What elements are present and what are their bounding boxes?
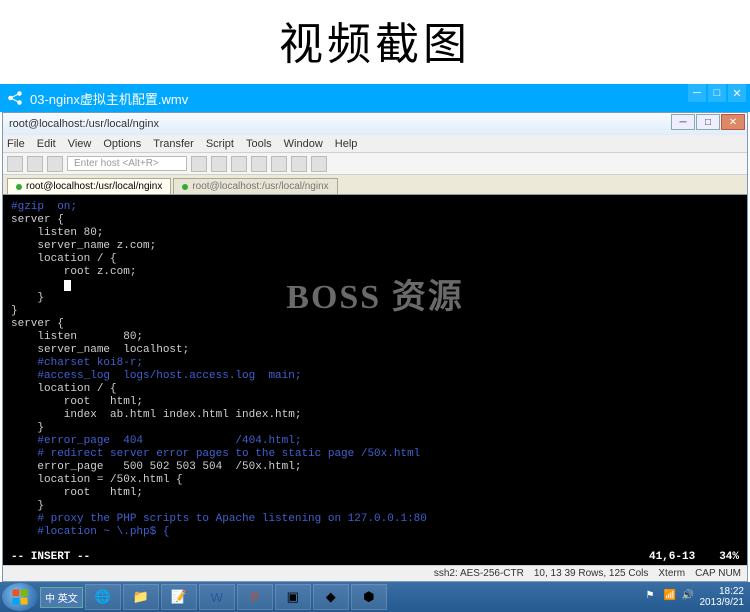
menu-script[interactable]: Script: [206, 138, 234, 150]
status-cipher: ssh2: AES-256-CTR: [434, 568, 524, 579]
toolbar-new-icon[interactable]: [7, 156, 23, 172]
connection-status-bar: ssh2: AES-256-CTR 10, 13 39 Rows, 125 Co…: [3, 565, 747, 581]
vim-percent: 34%: [719, 551, 739, 564]
menu-window[interactable]: Window: [284, 138, 323, 150]
session-tab-1[interactable]: root@localhost:/usr/local/nginx: [173, 178, 337, 194]
vim-mode: -- INSERT --: [11, 551, 90, 564]
tray-sound-icon[interactable]: 🔊: [682, 590, 696, 604]
win-close-icon[interactable]: ✕: [721, 114, 745, 130]
tab-label: root@localhost:/usr/local/nginx: [192, 181, 328, 192]
status-caps: CAP NUM: [695, 568, 741, 579]
tab-label: root@localhost:/usr/local/nginx: [26, 181, 162, 192]
menu-file[interactable]: File: [7, 138, 25, 150]
taskbar-powerpoint-icon[interactable]: P: [237, 584, 273, 610]
window-titlebar: root@localhost:/usr/local/nginx ─ □ ✕: [3, 113, 747, 135]
toolbar-settings-icon[interactable]: [291, 156, 307, 172]
menu-transfer[interactable]: Transfer: [153, 138, 194, 150]
video-player-titlebar: 03-nginx虚拟主机配置.wmv ─ □ ✕: [0, 84, 750, 112]
taskbar-explorer-icon[interactable]: 📁: [123, 584, 159, 610]
maximize-icon[interactable]: □: [708, 84, 726, 102]
menubar: File Edit View Options Transfer Script Tools Wi…: [3, 135, 747, 153]
tray-clock[interactable]: 18:22 2013/9/21: [700, 586, 745, 608]
win-maximize-icon[interactable]: □: [696, 114, 720, 130]
system-tray: ⚑ 📶 🔊 18:22 2013/9/21: [646, 586, 749, 608]
taskbar-app-icon[interactable]: ◆: [313, 584, 349, 610]
player-logo-icon: [6, 89, 24, 107]
menu-edit[interactable]: Edit: [37, 138, 56, 150]
toolbar-find-icon[interactable]: [271, 156, 287, 172]
toolbar-save-icon[interactable]: [47, 156, 63, 172]
toolbar-open-icon[interactable]: [27, 156, 43, 172]
taskbar-chrome-icon[interactable]: 🌐: [85, 584, 121, 610]
start-button[interactable]: [2, 583, 38, 611]
tab-status-icon: [182, 184, 188, 190]
windows-taskbar: 中 英文 🌐 📁 📝 W P ▣ ◆ ⬢ ⚑ 📶 🔊 18:22 2013/9/…: [0, 582, 750, 612]
toolbar-copy-icon[interactable]: [231, 156, 247, 172]
session-tab-0[interactable]: root@localhost:/usr/local/nginx: [7, 178, 171, 194]
taskbar-terminal-icon[interactable]: ▣: [275, 584, 311, 610]
vim-position: 41,6-13: [649, 551, 695, 564]
taskbar-notepad-icon[interactable]: 📝: [161, 584, 197, 610]
page-heading: 视频截图: [0, 0, 750, 84]
window-title-text: root@localhost:/usr/local/nginx: [9, 118, 159, 130]
win-minimize-icon[interactable]: ─: [671, 114, 695, 130]
menu-view[interactable]: View: [68, 138, 92, 150]
menu-tools[interactable]: Tools: [246, 138, 272, 150]
terminal-viewport[interactable]: BOSS 资源 #gzip on;server { listen 80; ser…: [3, 195, 747, 565]
taskbar-vm-icon[interactable]: ⬢: [351, 584, 387, 610]
menu-help[interactable]: Help: [335, 138, 358, 150]
toolbar-paste-icon[interactable]: [251, 156, 267, 172]
vim-statusline: -- INSERT -- 41,6-13 34%: [3, 550, 747, 565]
player-filename: 03-nginx虚拟主机配置.wmv: [30, 89, 188, 108]
minimize-icon[interactable]: ─: [688, 84, 706, 102]
tray-flag-icon[interactable]: ⚑: [646, 590, 660, 604]
menu-options[interactable]: Options: [103, 138, 141, 150]
tray-network-icon[interactable]: 📶: [664, 590, 678, 604]
host-input[interactable]: Enter host <Alt+R>: [67, 156, 187, 171]
toolbar-disconnect-icon[interactable]: [211, 156, 227, 172]
tab-status-icon: [16, 184, 22, 190]
session-tabs: root@localhost:/usr/local/nginx root@loca…: [3, 175, 747, 195]
language-indicator[interactable]: 中 英文: [40, 587, 83, 608]
toolbar-connect-icon[interactable]: [191, 156, 207, 172]
terminal-content: #gzip on;server { listen 80; server_name…: [11, 201, 739, 539]
player-window-controls: ─ □ ✕: [688, 84, 746, 102]
close-icon[interactable]: ✕: [728, 84, 746, 102]
toolbar: Enter host <Alt+R>: [3, 153, 747, 175]
ssh-client-window: root@localhost:/usr/local/nginx ─ □ ✕ Fi…: [2, 112, 748, 582]
status-size: 10, 13 39 Rows, 125 Cols: [534, 568, 649, 579]
taskbar-word-icon[interactable]: W: [199, 584, 235, 610]
toolbar-help-icon[interactable]: [311, 156, 327, 172]
status-term: Xterm: [658, 568, 685, 579]
